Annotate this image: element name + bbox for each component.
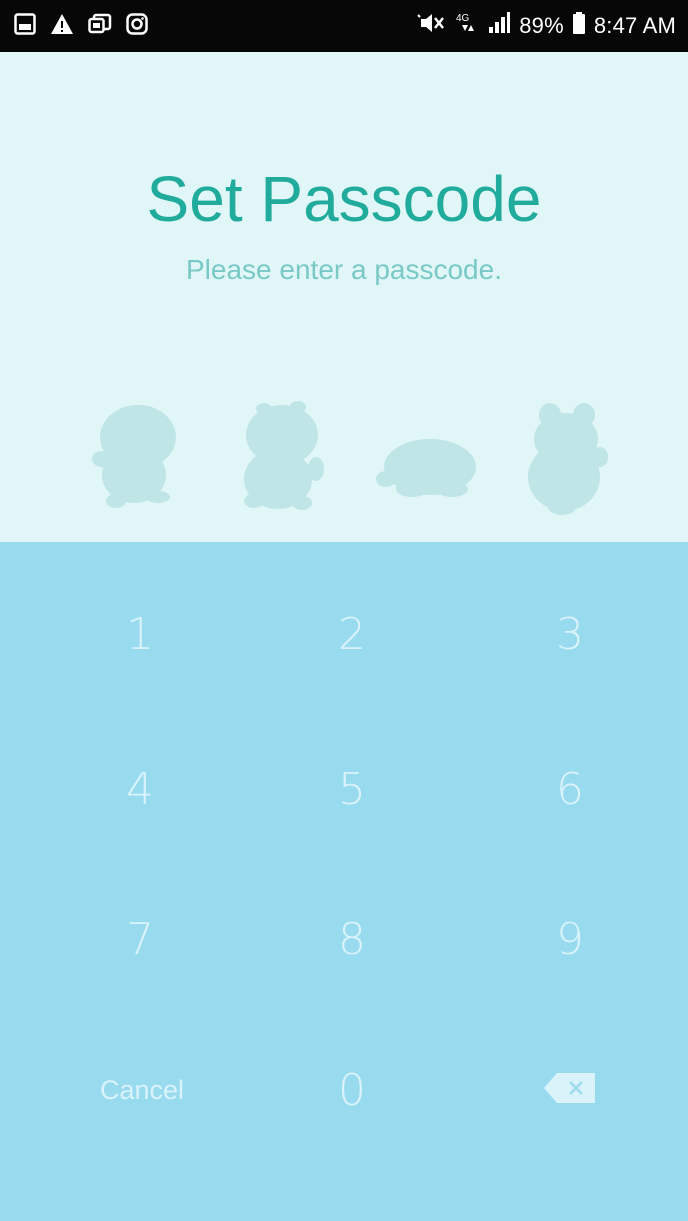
battery-icon (572, 11, 586, 41)
gallery-icon (14, 12, 36, 40)
warning-icon (50, 13, 74, 40)
page-title: Set Passcode (146, 163, 542, 235)
key-0[interactable]: 0 (272, 1035, 432, 1145)
key-8[interactable]: 8 (272, 884, 432, 994)
key-1[interactable]: 1 (60, 579, 220, 689)
key-7[interactable]: 7 (60, 884, 220, 994)
status-left-icons (14, 12, 148, 40)
backspace-icon (543, 1065, 597, 1116)
key-6[interactable]: 6 (490, 734, 650, 844)
cast-icon (88, 13, 112, 40)
key-3[interactable]: 3 (490, 579, 650, 689)
signal-icon (487, 11, 511, 41)
page-subtitle: Please enter a passcode. (186, 254, 502, 285)
character-placeholder-1-icon (86, 397, 186, 517)
character-placeholder-4-icon (524, 397, 624, 517)
mute-icon (417, 12, 445, 40)
character-placeholder-3-icon (372, 397, 482, 517)
network-4g-icon: 4G (453, 11, 479, 41)
character-placeholder-2-icon (236, 397, 336, 517)
passcode-header-area: Set Passcode Please enter a passcode. (0, 52, 688, 542)
network-label: 4G (456, 13, 470, 24)
status-bar: 4G 89% 8:47 AM (0, 0, 688, 52)
key-9[interactable]: 9 (490, 884, 650, 994)
key-2[interactable]: 2 (272, 579, 432, 689)
numeric-keypad: 1 2 3 4 5 6 7 8 9 Cancel 0 (0, 542, 688, 1221)
backspace-button[interactable] (490, 1035, 650, 1145)
cancel-button[interactable]: Cancel (62, 1035, 222, 1145)
battery-percentage: 89% (519, 13, 564, 38)
key-4[interactable]: 4 (60, 734, 220, 844)
status-right-icons: 4G 89% 8:47 AM (417, 11, 676, 41)
clock: 8:47 AM (593, 13, 676, 38)
key-5[interactable]: 5 (272, 734, 432, 844)
instagram-icon (126, 12, 148, 40)
